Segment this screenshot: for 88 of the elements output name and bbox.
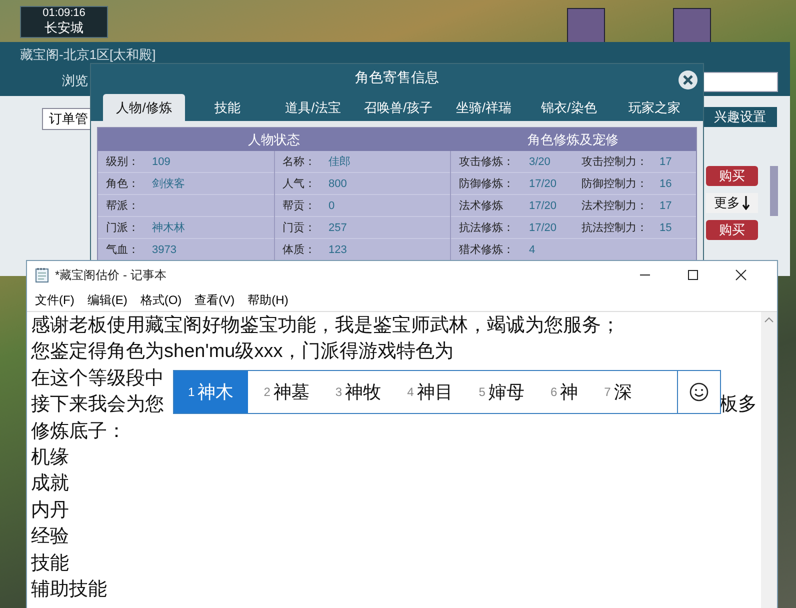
stat-label: 帮贡： bbox=[282, 199, 316, 213]
scroll-up-icon[interactable] bbox=[764, 316, 774, 324]
stat-value: 17/20 bbox=[529, 222, 557, 234]
stat-label: 防御控制力： bbox=[582, 177, 648, 191]
stat-label: 级别： bbox=[106, 155, 140, 169]
dialog-tab[interactable]: 召唤兽/孩子 bbox=[356, 94, 441, 121]
stat-value: 剑侠客 bbox=[152, 176, 185, 191]
stat-label: 人气： bbox=[282, 177, 316, 191]
text-line: 机缘 bbox=[31, 446, 69, 470]
maximize-icon[interactable] bbox=[687, 269, 699, 281]
stat-value: 17/20 bbox=[529, 178, 557, 190]
text-line: 技能 bbox=[31, 552, 69, 576]
stat-value: 4 bbox=[529, 244, 536, 256]
stat-label: 猎术修炼： bbox=[459, 243, 515, 257]
menu-item[interactable]: 格式(O) bbox=[140, 292, 182, 308]
stat-value: 800 bbox=[328, 178, 347, 190]
dialog-tab[interactable]: 技能 bbox=[185, 94, 270, 121]
ime-candidate[interactable]: 7 深 bbox=[588, 371, 642, 413]
stat-label: 法术修炼 bbox=[459, 199, 504, 213]
window-title: *藏宝阁估价 - 记事本 bbox=[55, 266, 168, 284]
text-line: 接下来我会为您 bbox=[31, 393, 164, 418]
close-icon[interactable] bbox=[735, 269, 747, 281]
ime-candidate[interactable]: 3 神牧 bbox=[319, 371, 392, 413]
stat-value: 佳郎 bbox=[328, 154, 350, 169]
stat-value: 0 bbox=[328, 200, 335, 212]
browse-tab[interactable]: 浏览 bbox=[62, 72, 88, 90]
stat-label: 抗法控制力： bbox=[582, 221, 648, 235]
stat-value: 17 bbox=[660, 156, 672, 168]
stat-label: 气血： bbox=[106, 243, 140, 257]
more-button[interactable]: 更多 bbox=[706, 193, 758, 213]
buy-button[interactable]: 购买 bbox=[706, 166, 758, 186]
ime-candidate[interactable]: 5 婶母 bbox=[462, 371, 534, 413]
menu-item[interactable]: 文件(F) bbox=[35, 292, 74, 308]
ime-candidate[interactable]: 1 神木 bbox=[174, 371, 248, 413]
menu-item[interactable]: 查看(V) bbox=[194, 292, 235, 308]
scrollbar[interactable] bbox=[770, 166, 778, 216]
stat-label: 攻击修炼： bbox=[459, 155, 515, 169]
stat-label: 名称： bbox=[282, 155, 316, 169]
notepad-icon bbox=[35, 267, 49, 283]
stat-label: 法术控制力： bbox=[582, 199, 648, 213]
stat-label: 帮派： bbox=[106, 199, 140, 213]
arrow-down-icon bbox=[742, 196, 750, 210]
interest-settings-button[interactable]: 兴趣设置 bbox=[703, 107, 777, 127]
stat-value: 257 bbox=[328, 222, 347, 234]
dialog-tab[interactable]: 坐骑/祥瑞 bbox=[440, 94, 526, 121]
text-line: 在这个等级段中 bbox=[31, 366, 164, 391]
menu-item[interactable]: 帮助(H) bbox=[248, 292, 288, 308]
smiley-icon[interactable] bbox=[689, 382, 709, 402]
section-header: 人物状态 bbox=[247, 131, 301, 149]
ime-candidate[interactable]: 2 神墓 bbox=[248, 371, 320, 413]
text-line: 辅助技能 bbox=[31, 578, 107, 602]
text-line: 成就 bbox=[31, 472, 69, 496]
stat-label: 门派： bbox=[106, 220, 140, 235]
text-line: 修炼底子： bbox=[31, 420, 126, 444]
stat-value: 17/20 bbox=[529, 200, 557, 212]
stat-value: 16 bbox=[660, 178, 672, 190]
dialog-tab[interactable]: 人物/修炼 bbox=[103, 94, 185, 121]
section-header: 角色修炼及宠修 bbox=[526, 131, 620, 149]
dialog-tab[interactable]: 道具/法宝 bbox=[270, 94, 356, 121]
stat-value: 15 bbox=[660, 222, 672, 234]
stat-label: 门贡： bbox=[282, 220, 316, 235]
buy-button[interactable]: 购买 bbox=[706, 220, 758, 240]
text-line: 内丹 bbox=[31, 498, 69, 523]
window-title: 藏宝阁-北京1区[太和殿] bbox=[20, 46, 156, 64]
stat-label: 防御修炼： bbox=[459, 177, 515, 191]
text-line: 您鉴定得角色为shen'mu级xxx，门派得游戏特色为 bbox=[31, 340, 454, 364]
location-name: 长安城 bbox=[44, 20, 84, 36]
dialog-tab[interactable]: 锦衣/染色 bbox=[526, 94, 612, 121]
stat-value: 17 bbox=[660, 200, 672, 212]
ime-candidate[interactable]: 4 神目 bbox=[391, 371, 463, 413]
dialog-title: 角色寄售信息 bbox=[91, 64, 703, 91]
stat-value: 3/20 bbox=[529, 156, 550, 168]
game-time: 01:09:16 bbox=[42, 7, 86, 20]
text-line: 感谢老板使用藏宝阁好物鉴宝功能，我是鉴宝师武林，竭诚为您服务； bbox=[31, 314, 620, 338]
stat-label: 角色： bbox=[106, 177, 140, 191]
stat-value: 109 bbox=[152, 156, 170, 168]
stat-value: 神木林 bbox=[152, 221, 185, 235]
stat-value: 123 bbox=[328, 244, 347, 256]
ime-candidate[interactable]: 6 神 bbox=[534, 371, 588, 413]
text-line: 经验 bbox=[31, 525, 69, 550]
stat-label: 体质： bbox=[282, 243, 316, 257]
dialog-tab[interactable]: 玩家之家 bbox=[612, 94, 697, 121]
stat-label: 攻击控制力： bbox=[582, 155, 648, 169]
stat-label: 抗法修炼： bbox=[459, 221, 515, 235]
scrollbar[interactable] bbox=[761, 312, 777, 608]
menu-item[interactable]: 编辑(E) bbox=[87, 292, 128, 308]
close-icon[interactable] bbox=[678, 70, 698, 90]
stat-value: 3973 bbox=[152, 244, 176, 256]
